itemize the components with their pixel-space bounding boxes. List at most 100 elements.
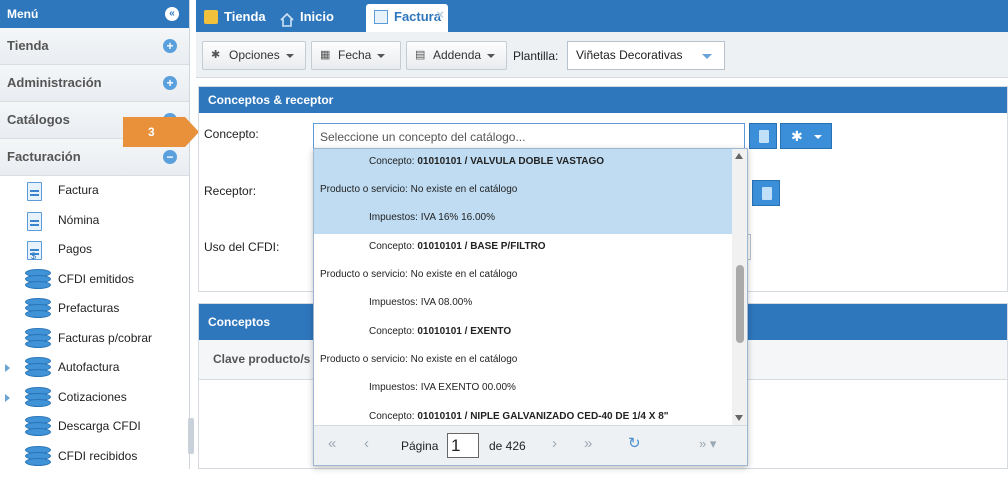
option-concepto-line: Concepto: 01010101 / EXENTO <box>314 325 732 339</box>
chevron-down-icon <box>487 53 496 58</box>
option-concepto-label: Concepto: <box>369 241 415 252</box>
sidebar-item-label: CFDI emitidos <box>58 271 135 286</box>
opciones-button[interactable]: ✱ Opciones <box>202 41 306 70</box>
first-page-icon[interactable]: « <box>328 434 336 454</box>
concepto-input[interactable]: Seleccione un concepto del catálogo... <box>313 123 745 149</box>
option-concepto-value: 01010101 / VALVULA DOBLE VASTAGO <box>417 156 605 167</box>
sidebar-title: Menú <box>7 7 39 21</box>
close-tab-icon[interactable]: × <box>436 2 444 28</box>
option-impuestos-label: Impuestos: <box>369 382 418 393</box>
sidebar-item-label: Cotizaciones <box>58 389 127 404</box>
plantilla-select[interactable]: Viñetas Decorativas <box>567 41 725 70</box>
chevron-down-icon <box>702 54 712 59</box>
sidebar-item[interactable]: Factura <box>0 176 189 206</box>
concepto-dropdown: Concepto: 01010101 / VALVULA DOBLE VASTA… <box>313 148 748 466</box>
dropdown-option[interactable]: Concepto: 01010101 / EXENTO Producto o se… <box>314 319 732 404</box>
sidebar-item[interactable]: CFDI emitidos <box>0 265 189 295</box>
sidebar-item[interactable]: Nómina <box>0 206 189 236</box>
database-icon <box>25 357 51 379</box>
home-icon <box>280 10 294 27</box>
option-impuestos-value: IVA 16% 16.00% <box>420 212 496 223</box>
last-page-icon[interactable]: » <box>584 434 592 454</box>
more-options-icon[interactable]: » ▾ <box>699 434 716 454</box>
gear-icon: ✱ <box>211 49 221 61</box>
addenda-button[interactable]: ▤ Addenda <box>406 41 507 70</box>
section-label: Catálogos <box>7 112 70 127</box>
refresh-icon[interactable]: ↻ <box>628 434 641 454</box>
column-header-clave[interactable]: Clave producto/s <box>213 352 310 366</box>
option-impuestos-label: Impuestos: <box>369 212 418 223</box>
step-number: 3 <box>148 125 155 139</box>
option-concepto-line: Concepto: 01010101 / BASE P/FILTRO <box>314 240 732 254</box>
sidebar-section-administracion[interactable]: Administración + <box>0 65 189 102</box>
chevron-down-icon <box>285 53 294 58</box>
dropdown-option[interactable]: Concepto: 01010101 / VALVULA DOBLE VASTA… <box>314 149 732 234</box>
collapse-icon[interactable]: − <box>163 150 177 164</box>
sidebar-item-label: Pagos <box>58 242 93 256</box>
sidebar-item[interactable]: Prefacturas <box>0 294 189 324</box>
database-icon <box>25 416 51 438</box>
sidebar-item-label: Descarga CFDI <box>58 419 141 433</box>
database-icon <box>25 327 51 350</box>
sidebar-item-label: Prefacturas <box>58 301 120 315</box>
add-document-icon <box>762 187 772 200</box>
chevron-down-icon <box>377 53 386 58</box>
option-producto-line: Producto o servicio: No existe en el cat… <box>314 353 732 367</box>
sidebar: Menú « Tienda + Administración + Catálogos… <box>0 0 194 472</box>
sidebar-item[interactable]: Descarga CFDI <box>0 412 189 442</box>
page-value: 1 <box>451 436 461 455</box>
add-concepto-button[interactable] <box>749 123 777 149</box>
option-concepto-label: Concepto: <box>369 156 415 167</box>
database-icon <box>25 298 51 320</box>
add-document-icon <box>759 130 769 143</box>
chevron-down-icon <box>814 135 822 139</box>
prev-page-icon[interactable]: ‹ <box>364 434 369 454</box>
option-producto-value: No existe en el catálogo <box>410 269 518 280</box>
store-icon <box>204 10 218 24</box>
page-input[interactable]: 1 <box>447 433 479 458</box>
page-label: Página <box>401 439 439 453</box>
sidebar-item[interactable]: Facturas p/cobrar <box>0 324 189 354</box>
tab-inicio[interactable]: Inicio <box>272 4 354 32</box>
option-concepto-label: Concepto: <box>369 326 415 337</box>
sidebar-item[interactable]: Autofactura <box>0 353 189 383</box>
option-producto-line: Producto o servicio: No existe en el cat… <box>314 268 732 282</box>
sidebar-section-tienda[interactable]: Tienda + <box>0 28 189 65</box>
concepto-settings-button[interactable]: ✱ <box>780 123 832 149</box>
tab-label: Factura <box>394 9 441 24</box>
option-impuestos-label: Impuestos: <box>369 297 418 308</box>
option-impuestos-value: IVA 08.00% <box>420 297 473 308</box>
panel-header: Conceptos & receptor <box>199 87 1007 113</box>
expand-icon[interactable]: + <box>163 76 177 90</box>
collapse-sidebar-icon[interactable]: « <box>165 7 179 21</box>
scroll-up-arrow[interactable] <box>735 153 743 159</box>
sidebar-item[interactable]: CFDI recibidos <box>0 442 189 472</box>
dropdown-option[interactable]: Concepto: 01010101 / BASE P/FILTRO Produc… <box>314 234 732 319</box>
option-producto-label: Producto o servicio: <box>320 269 408 280</box>
add-receptor-button[interactable] <box>752 180 780 206</box>
expand-arrow-icon[interactable] <box>5 364 10 372</box>
option-impuestos-line: Impuestos: IVA 16% 16.00% <box>314 211 732 225</box>
sidebar-item[interactable]: $ Pagos <box>0 235 189 265</box>
option-concepto-value: 01010101 / NIPLE GALVANIZADO CED-40 DE 1… <box>417 411 669 422</box>
gear-icon: ✱ <box>791 128 803 144</box>
sidebar-item[interactable]: Cotizaciones <box>0 383 189 413</box>
document-icon <box>27 182 42 201</box>
tab-factura[interactable]: Factura × <box>366 4 448 32</box>
expand-icon[interactable]: + <box>163 39 177 53</box>
section-label: Administración <box>7 75 102 90</box>
fecha-button[interactable]: ▦ Fecha <box>311 41 401 70</box>
toolbar: ✱ Opciones ▦ Fecha ▤ Addenda Plantilla: Viñ… <box>196 32 1008 78</box>
step-arrow-shape <box>123 117 199 147</box>
tab-label: Inicio <box>300 9 334 24</box>
database-icon <box>25 445 51 468</box>
scrollbar[interactable] <box>732 149 747 425</box>
scroll-down-arrow[interactable] <box>735 415 743 421</box>
next-page-icon[interactable]: › <box>552 434 557 454</box>
document-icon <box>27 211 42 231</box>
scrollbar-thumb[interactable] <box>736 265 744 343</box>
expand-arrow-icon[interactable] <box>5 393 10 402</box>
sidebar-resize-handle[interactable] <box>188 418 194 454</box>
tab-tienda[interactable]: Tienda <box>196 4 269 32</box>
payment-document-icon: $ <box>27 241 42 261</box>
